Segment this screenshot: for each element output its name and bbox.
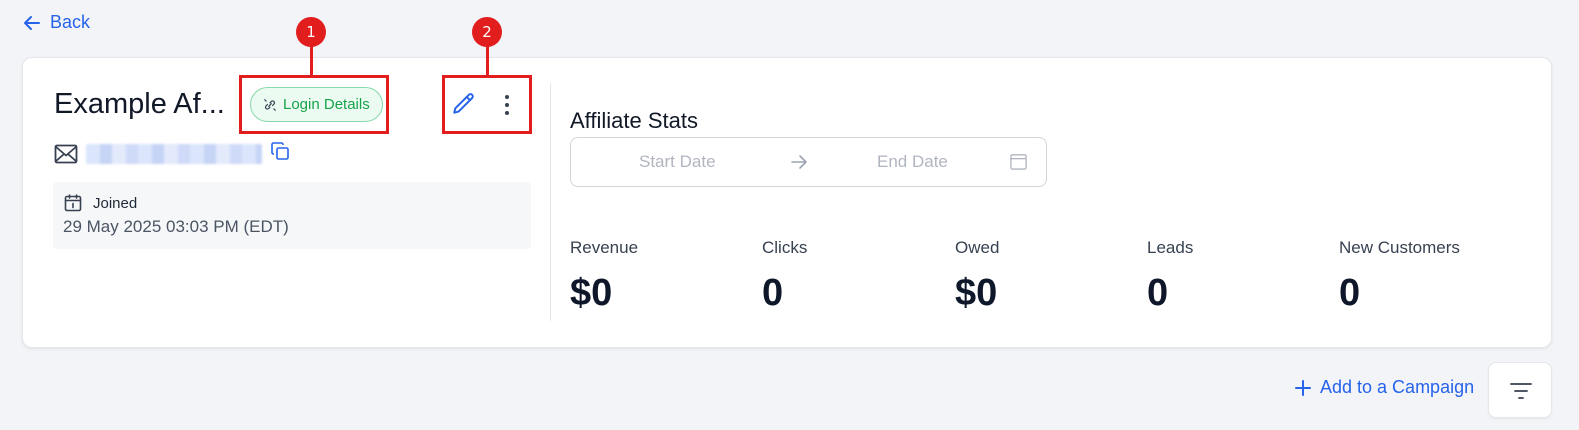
annotation-line-1 <box>310 45 313 76</box>
filter-button[interactable] <box>1488 362 1552 418</box>
stat-label: Owed <box>955 238 1000 257</box>
stat-value: 0 <box>1147 272 1169 314</box>
joined-date: 29 May 2025 03:03 PM (EDT) <box>63 217 289 236</box>
arrow-left-icon <box>24 15 40 30</box>
stat-value: $0 <box>955 272 998 314</box>
card-divider <box>550 83 551 321</box>
joined-label: Joined <box>93 194 138 212</box>
stat-label: Revenue <box>570 238 639 257</box>
stat-new-customers: New Customers 0 <box>1339 238 1460 315</box>
affiliate-name: Example Af... <box>54 88 225 120</box>
annotation-badge-2: 2 <box>472 17 502 47</box>
stat-leads: Leads 0 <box>1147 238 1193 315</box>
joined-info: Joined 29 May 2025 03:03 PM (EDT) <box>53 182 531 249</box>
date-range-picker[interactable]: Start Date End Date <box>570 137 1047 187</box>
stat-revenue: Revenue $0 <box>570 238 638 315</box>
stat-label: Leads <box>1147 238 1194 257</box>
plus-icon <box>1295 379 1311 396</box>
annotation-line-2 <box>486 45 489 76</box>
add-to-campaign-label: Add to a Campaign <box>1320 377 1475 397</box>
stat-value: $0 <box>570 272 613 314</box>
back-label: Back <box>50 12 91 32</box>
stat-value: 0 <box>1339 272 1361 314</box>
stat-clicks: Clicks 0 <box>762 238 807 315</box>
end-date-input[interactable]: End Date <box>877 152 948 172</box>
email-redacted <box>86 144 262 164</box>
annotation-box-2 <box>442 75 532 134</box>
start-date-input[interactable]: Start Date <box>639 152 716 172</box>
copy-icon[interactable] <box>270 141 290 161</box>
annotation-box-1 <box>239 75 389 134</box>
calendar-icon <box>64 194 82 212</box>
mail-icon <box>54 144 78 164</box>
stat-label: Clicks <box>762 238 808 257</box>
filter-icon <box>1510 383 1532 399</box>
annotation-badge-1: 1 <box>296 17 326 47</box>
add-to-campaign-button[interactable]: Add to a Campaign <box>1294 377 1474 398</box>
stat-owed: Owed $0 <box>955 238 999 315</box>
calendar-icon[interactable] <box>1009 152 1028 171</box>
arrow-right-icon <box>791 155 807 169</box>
stat-label: New Customers <box>1339 238 1460 257</box>
stat-value: 0 <box>762 272 784 314</box>
stats-title: Affiliate Stats <box>570 108 698 133</box>
back-link[interactable]: Back <box>22 12 90 33</box>
email-row <box>54 141 290 164</box>
